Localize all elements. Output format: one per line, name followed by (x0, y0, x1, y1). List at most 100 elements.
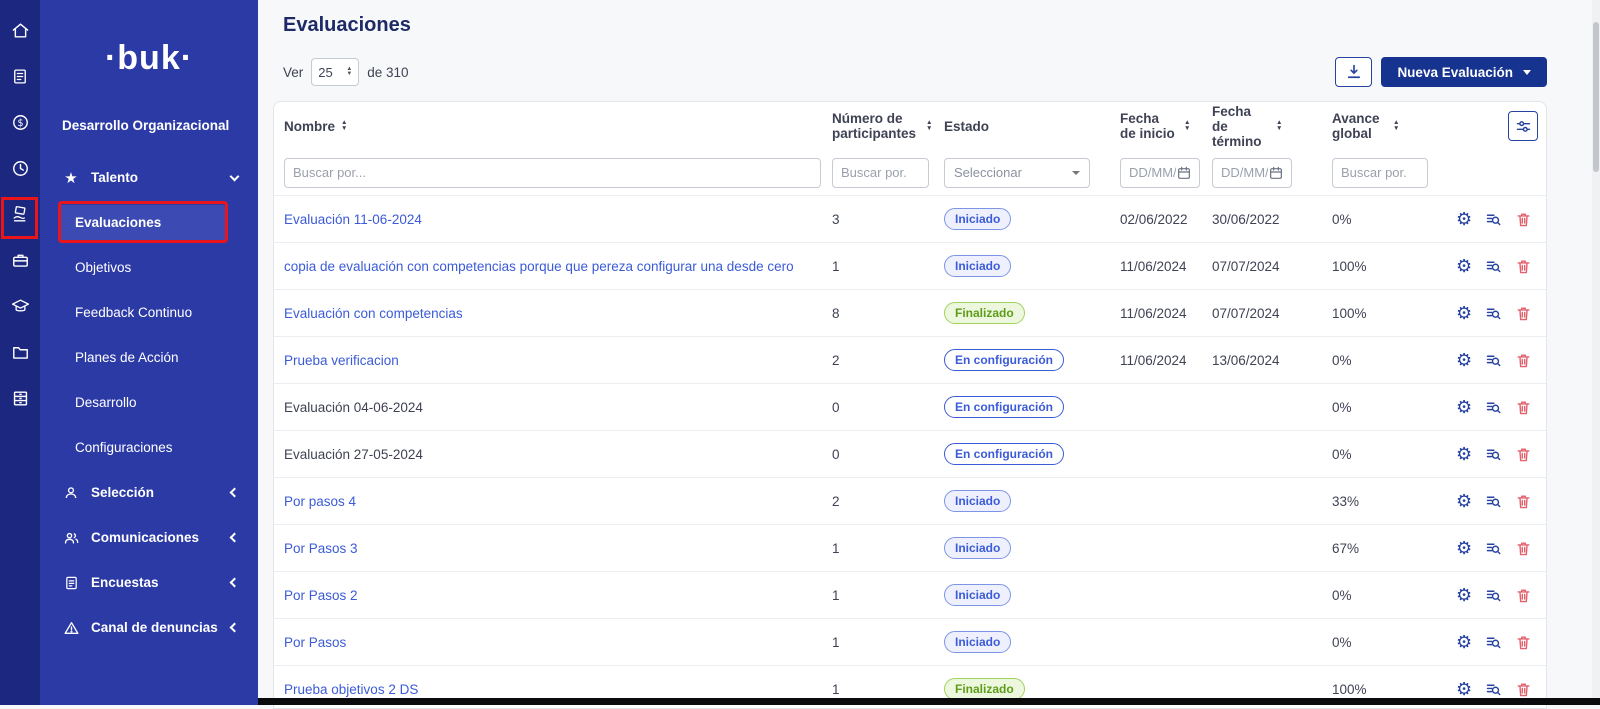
settings-gear-icon[interactable]: ⚙ (1456, 352, 1472, 369)
download-button[interactable] (1335, 57, 1372, 87)
detail-view-icon[interactable] (1485, 352, 1502, 369)
settings-gear-icon[interactable]: ⚙ (1456, 587, 1472, 604)
detail-view-icon[interactable] (1485, 446, 1502, 463)
detail-view-icon[interactable] (1485, 305, 1502, 322)
detail-view-icon[interactable] (1485, 540, 1502, 557)
evaluation-name[interactable]: Prueba verificacion (284, 353, 399, 368)
payments-icon[interactable]: $ (10, 112, 30, 132)
sidebar-item-label: Canal de denuncias (91, 620, 218, 635)
delete-icon[interactable] (1515, 446, 1532, 463)
sidebar-item-objetivos[interactable]: Objetivos (40, 245, 258, 290)
delete-icon[interactable] (1515, 352, 1532, 369)
end-date-filter (1212, 158, 1292, 188)
sidebar-item-configuraciones[interactable]: Configuraciones (40, 425, 258, 470)
evaluation-name[interactable]: Evaluación 04-06-2024 (284, 400, 423, 415)
delete-icon[interactable] (1515, 399, 1532, 416)
scrollbar-thumb[interactable] (1593, 22, 1599, 172)
name-cell: Prueba objetivos 2 DS (274, 682, 832, 697)
scrollbar[interactable] (1592, 0, 1600, 705)
settings-gear-icon[interactable]: ⚙ (1456, 540, 1472, 557)
sort-icon[interactable]: ▲▼ (1184, 120, 1190, 132)
sort-icon[interactable]: ▲▼ (926, 120, 932, 132)
briefcase-icon[interactable] (10, 250, 30, 270)
start-date-input[interactable] (1129, 165, 1176, 180)
sort-icon[interactable]: ▲▼ (1393, 120, 1399, 132)
settings-gear-icon[interactable]: ⚙ (1456, 446, 1472, 463)
sort-icon[interactable]: ▲▼ (1276, 120, 1282, 132)
evaluation-name[interactable]: Evaluación 11-06-2024 (284, 212, 422, 227)
download-icon (1345, 63, 1363, 81)
evaluation-name[interactable]: copia de evaluación con competencias por… (284, 259, 794, 274)
sidebar-item-seleccion[interactable]: Selección (40, 470, 258, 515)
evaluation-name[interactable]: Por pasos 4 (284, 494, 356, 509)
folder-icon[interactable] (10, 342, 30, 362)
toolbar: Ver 25 ▲▼ de 310 Nueva Evaluación (283, 57, 1547, 87)
detail-view-icon[interactable] (1485, 493, 1502, 510)
detail-view-icon[interactable] (1485, 681, 1502, 698)
delete-icon[interactable] (1515, 258, 1532, 275)
progress-cell: 0% (1332, 400, 1444, 415)
sidebar-item-comunicaciones[interactable]: Comunicaciones (40, 515, 258, 560)
sidebar-item-talento[interactable]: ★ Talento (40, 155, 258, 200)
detail-view-icon[interactable] (1485, 587, 1502, 604)
end-date-input[interactable] (1221, 165, 1268, 180)
sidebar-item-encuestas[interactable]: Encuestas (40, 560, 258, 605)
table-row: copia de evaluación con competencias por… (274, 242, 1546, 289)
status-filter-select[interactable]: Seleccionar (944, 158, 1090, 188)
name-cell: Evaluación 04-06-2024 (274, 400, 832, 415)
delete-icon[interactable] (1515, 305, 1532, 322)
table-row: Evaluación 11-06-2024 3 Iniciado 02/06/2… (274, 195, 1546, 242)
delete-icon[interactable] (1515, 211, 1532, 228)
delete-icon[interactable] (1515, 587, 1532, 604)
talento-submenu: Evaluaciones Objetivos Feedback Continuo… (40, 200, 258, 470)
delete-icon[interactable] (1515, 540, 1532, 557)
page-size-select[interactable]: 25 ▲▼ (311, 58, 359, 86)
sidebar-item-planes-de-accion[interactable]: Planes de Acción (40, 335, 258, 380)
evaluation-name[interactable]: Prueba objetivos 2 DS (284, 682, 418, 697)
settings-gear-icon[interactable]: ⚙ (1456, 258, 1472, 275)
name-filter-input[interactable] (284, 158, 821, 188)
evaluation-name[interactable]: Por Pasos 3 (284, 541, 358, 556)
table-row: Evaluación con competencias 8 Finalizado… (274, 289, 1546, 336)
sort-icon[interactable]: ▲▼ (341, 120, 347, 132)
education-icon[interactable] (10, 296, 30, 316)
talent-icon[interactable] (10, 204, 30, 224)
calendar-icon[interactable] (1268, 165, 1284, 181)
sidebar-item-desarrollo[interactable]: Desarrollo (40, 380, 258, 425)
status-cell: En configuración (944, 396, 1120, 418)
detail-view-icon[interactable] (1485, 211, 1502, 228)
clock-icon[interactable] (10, 158, 30, 178)
sidebar-item-feedback-continuo[interactable]: Feedback Continuo (40, 290, 258, 335)
progress-filter-input[interactable] (1332, 158, 1428, 188)
settings-gear-icon[interactable]: ⚙ (1456, 211, 1472, 228)
icon-rail: $ (0, 0, 40, 705)
clipboard-icon[interactable] (10, 66, 30, 86)
detail-view-icon[interactable] (1485, 399, 1502, 416)
delete-icon[interactable] (1515, 634, 1532, 651)
evaluation-name[interactable]: Por Pasos 2 (284, 588, 358, 603)
status-cell: Finalizado (944, 678, 1120, 700)
actions-cell: ⚙ (1444, 540, 1540, 557)
evaluation-name[interactable]: Evaluación con competencias (284, 306, 463, 321)
sidebar-item-evaluaciones[interactable]: Evaluaciones (40, 200, 258, 245)
status-badge: Iniciado (944, 208, 1011, 230)
column-settings-button[interactable] (1508, 111, 1538, 141)
settings-gear-icon[interactable]: ⚙ (1456, 399, 1472, 416)
sidebar-item-canal-de-denuncias[interactable]: Canal de denuncias (40, 605, 258, 650)
new-evaluation-button[interactable]: Nueva Evaluación (1381, 57, 1547, 87)
settings-gear-icon[interactable]: ⚙ (1456, 493, 1472, 510)
detail-view-icon[interactable] (1485, 258, 1502, 275)
detail-view-icon[interactable] (1485, 634, 1502, 651)
settings-gear-icon[interactable]: ⚙ (1456, 634, 1472, 651)
settings-gear-icon[interactable]: ⚙ (1456, 681, 1472, 698)
settings-gear-icon[interactable]: ⚙ (1456, 305, 1472, 322)
evaluation-name[interactable]: Por Pasos (284, 635, 346, 650)
delete-icon[interactable] (1515, 493, 1532, 510)
calendar-icon[interactable] (1176, 165, 1192, 181)
evaluations-table: Nombre ▲▼ Número de participantes ▲▼ Est… (273, 101, 1547, 709)
home-icon[interactable] (10, 20, 30, 40)
archive-icon[interactable] (10, 388, 30, 408)
participants-filter-input[interactable] (832, 158, 929, 188)
delete-icon[interactable] (1515, 681, 1532, 698)
evaluation-name[interactable]: Evaluación 27-05-2024 (284, 447, 423, 462)
